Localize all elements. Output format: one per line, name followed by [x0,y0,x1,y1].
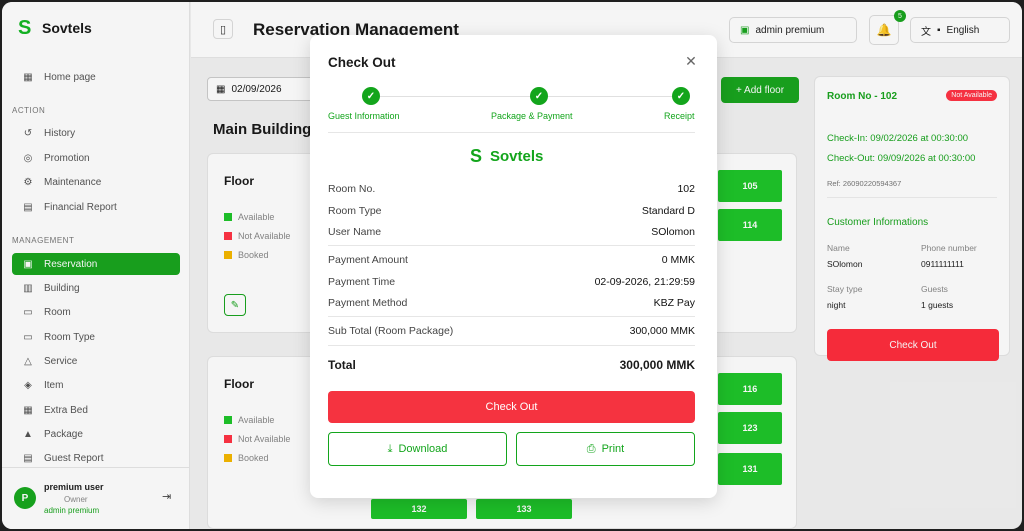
step-label: Receipt [664,111,695,121]
receipt-value: 02-09-2026, 21:29:59 [594,276,695,288]
print-button[interactable]: ⎙ Print [516,432,695,466]
receipt-value: 0 MMK [661,254,695,266]
receipt-label: Room No. [328,183,376,195]
check-icon: ✓ [362,87,380,105]
receipt-label: Payment Amount [328,254,408,266]
download-button[interactable]: ⤓ Download [328,432,507,466]
check-icon: ✓ [672,87,690,105]
receipt-value: Standard D [641,205,695,217]
receipt-brand: S Sovtels [470,146,543,167]
step-label: Guest Information [328,111,400,121]
download-label: Download [398,443,448,455]
divider [328,245,695,246]
printer-icon: ⎙ [586,442,596,455]
download-icon: ⤓ [387,442,393,455]
close-icon[interactable]: ✕ [684,53,698,69]
app-window: S Sovtels ▦ Home page ACTION ↺ History ◎… [2,2,1022,529]
receipt-value: KBZ Pay [653,297,695,309]
receipt-value: 300,000 MMK [629,325,695,337]
receipt-value: 102 [677,183,695,195]
brand-name: Sovtels [490,148,544,165]
step-label: Package & Payment [491,111,573,121]
modal-title: Check Out [328,55,396,70]
checkout-modal: Check Out ✕ ✓ ✓ ✓ Guest Information Pack… [310,35,717,498]
receipt-label: Sub Total (Room Package) [328,325,454,337]
receipt-value: SOlomon [651,226,695,238]
logo-icon: S [470,146,483,166]
print-label: Print [601,443,625,455]
divider [328,132,695,133]
receipt-label: User Name [328,226,382,238]
receipt-label: Payment Time [328,276,396,288]
receipt-label: Payment Method [328,297,408,309]
check-icon: ✓ [530,87,548,105]
stepper-line [370,96,680,97]
divider [328,316,695,317]
total-value: 300,000 MMK [619,358,695,372]
divider [328,345,695,346]
checkout-button[interactable]: Check Out [328,391,695,423]
receipt-label: Room Type [328,205,382,217]
total-label: Total [328,358,356,372]
